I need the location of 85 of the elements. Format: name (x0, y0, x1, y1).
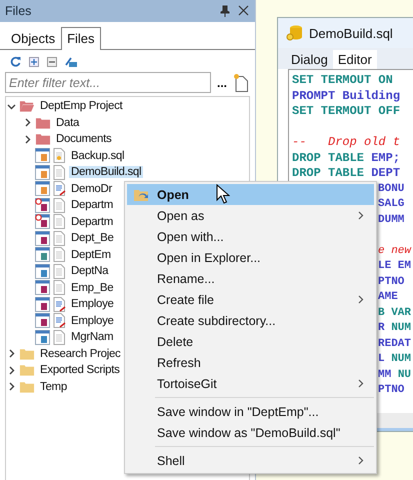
window-title: DemoBuild.sql (309, 26, 393, 40)
menu-item[interactable]: Save window in "DeptEmp"... (127, 401, 374, 422)
menu-item[interactable]: Shell (127, 450, 374, 471)
menu-item[interactable]: Save window as "DemoBuild.sql" (127, 422, 374, 443)
tree-item[interactable]: Employe (69, 298, 116, 310)
menu-item[interactable]: Delete (127, 331, 374, 352)
code-text: SET TERMOUT ON (292, 73, 393, 88)
tree-item[interactable]: Departm (69, 199, 115, 212)
menu-item[interactable]: Create file (127, 289, 374, 310)
tree-item[interactable]: Dept_Be (69, 232, 116, 244)
expand-all-icon[interactable] (29, 56, 39, 66)
tree-item[interactable]: Documents (54, 133, 114, 146)
pin-icon[interactable] (220, 5, 230, 17)
tree-item[interactable]: Departm (69, 216, 115, 228)
menu-item[interactable]: Create subdirectory... (127, 310, 374, 331)
tree-item[interactable]: DeptEmp Project (38, 100, 124, 112)
code-text: BONU (378, 182, 404, 196)
collapse-chevron-icon[interactable] (7, 102, 16, 111)
menu-item[interactable]: TortoiseGit (127, 373, 374, 394)
code-text: DROP TABLE (292, 150, 366, 166)
filter-field[interactable]: Enter filter text... (5, 72, 211, 93)
code-text: DROP TABLE (292, 166, 366, 182)
code-text: NUM (391, 321, 412, 336)
tree-item[interactable]: Backup.sql (69, 150, 126, 162)
editor-tab[interactable]: Editor (332, 50, 377, 69)
tree-item[interactable]: Emp_Be (69, 282, 116, 294)
menu-item[interactable]: Open as (127, 205, 374, 226)
tools-icon[interactable] (65, 56, 77, 67)
code-text: SET TERMOUT OFF (292, 104, 400, 120)
folder-icon (19, 99, 35, 114)
tree-item[interactable]: DeptEm (69, 248, 113, 261)
code-text: NUM (391, 352, 412, 367)
collapse-all-icon[interactable] (47, 56, 57, 66)
folder-icon (19, 363, 35, 378)
menu-item[interactable]: Open with... (127, 226, 374, 247)
code-text: -- Drop old t (292, 135, 400, 150)
folder-icon (19, 380, 35, 394)
code-text: L (378, 352, 386, 367)
expand-chevron-icon[interactable] (7, 366, 16, 375)
panel-title: Files (5, 4, 32, 18)
folder-icon (35, 116, 51, 130)
tree-item[interactable]: Employe (69, 314, 116, 327)
expand-chevron-icon[interactable] (23, 134, 32, 144)
expand-chevron-icon[interactable] (7, 382, 16, 392)
code-text: R (378, 321, 386, 336)
folder-icon (35, 132, 51, 146)
tree-item[interactable]: Research Projec (38, 348, 123, 360)
expand-chevron-icon[interactable] (23, 118, 32, 128)
new-file-icon[interactable] (233, 73, 250, 92)
menu-item[interactable]: Rename... (127, 268, 374, 289)
panel-tab[interactable]: Objects (5, 27, 62, 50)
code-text: PROMPT Building (292, 88, 400, 104)
tree-item[interactable]: Data (54, 116, 82, 129)
code-text: NU (398, 368, 412, 382)
menu-item[interactable]: Open in Explorer... (127, 247, 374, 268)
editor-tab[interactable]: Dialog (286, 50, 333, 69)
panel-tab[interactable]: Files (61, 27, 101, 50)
code-text: DUMM (378, 212, 404, 228)
close-icon[interactable] (238, 5, 249, 16)
code-text: e new (378, 244, 412, 258)
code-text: PTNO (378, 383, 404, 398)
tree-item[interactable]: MgrNam (69, 331, 116, 344)
code-text: REDAT (378, 336, 412, 352)
database-icon (286, 24, 304, 42)
refresh-icon[interactable] (10, 56, 21, 67)
more-options-button[interactable]: ... (217, 76, 228, 90)
tree-item[interactable]: DeptNa (69, 265, 110, 278)
menu-item[interactable]: Refresh (127, 352, 374, 373)
tree-item[interactable]: Exported Scripts (38, 364, 122, 376)
tree-item[interactable]: DemoDr (69, 182, 114, 195)
code-text: DEPT (371, 166, 400, 182)
tree-item[interactable]: Temp (38, 380, 69, 393)
code-text: MM (378, 368, 392, 382)
code-text: B VAR (378, 306, 412, 320)
code-text: LE EM (378, 259, 412, 274)
menu-item[interactable]: Open (127, 184, 374, 205)
code-text: EMP; (371, 150, 400, 166)
tree-item[interactable]: DemoBuild.sql (69, 166, 144, 178)
folder-icon (19, 346, 35, 361)
expand-chevron-icon[interactable] (7, 349, 16, 358)
code-text: SALG (378, 197, 404, 212)
folder-icon (133, 188, 151, 202)
code-text: AME (378, 290, 398, 305)
mouse-cursor-icon (216, 184, 230, 204)
code-text: PTNO (378, 274, 404, 290)
